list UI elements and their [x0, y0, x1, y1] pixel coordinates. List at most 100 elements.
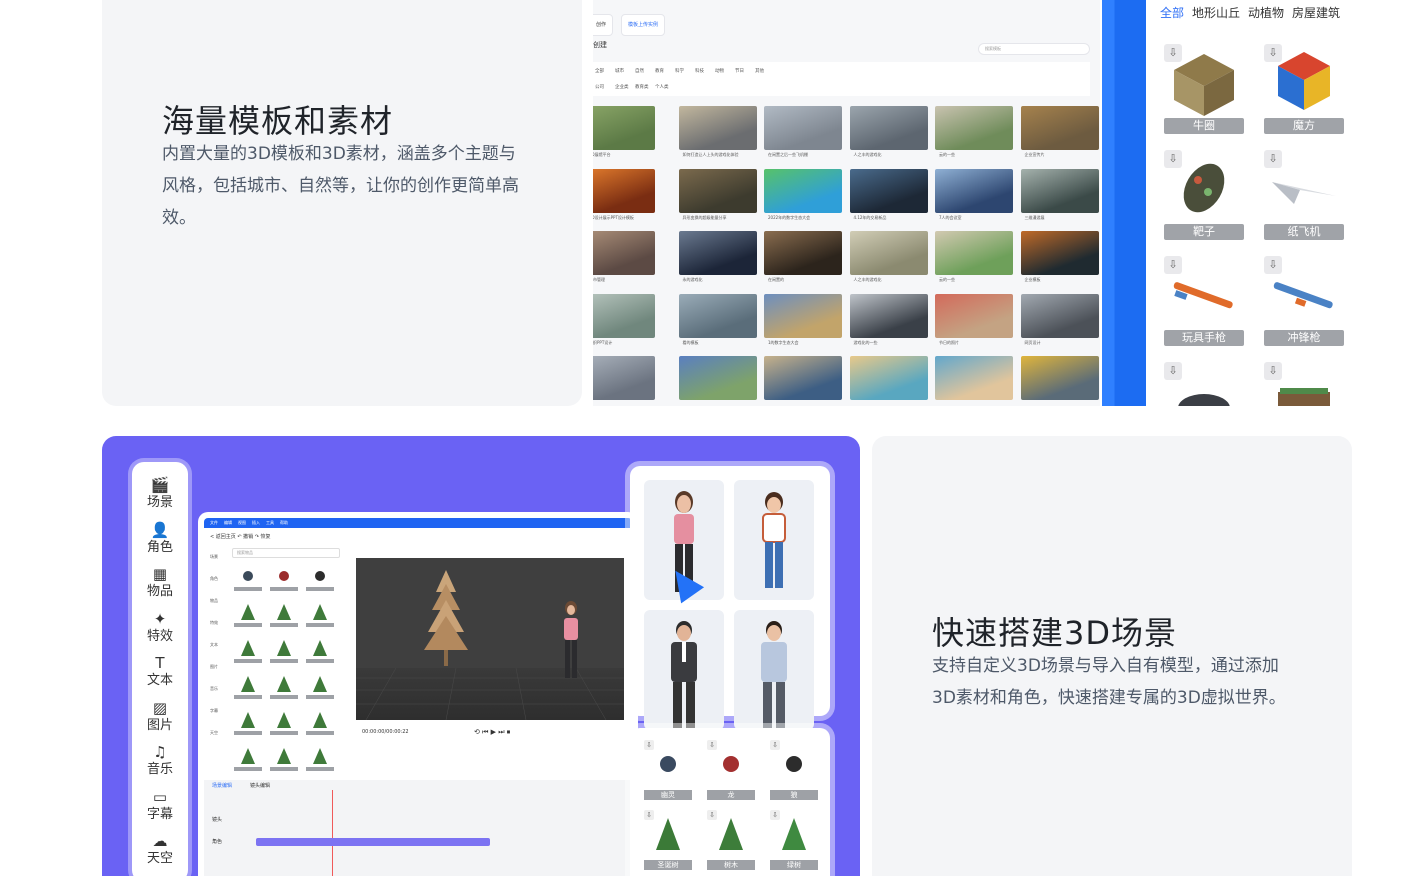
object-thumbnail[interactable]: [306, 712, 334, 735]
character-man-suit[interactable]: [644, 610, 724, 730]
character-boy[interactable]: [734, 480, 814, 600]
download-icon[interactable]: ⇩: [770, 740, 780, 750]
download-icon[interactable]: ⇩: [644, 740, 654, 750]
template-thumbnail[interactable]: [1020, 106, 1099, 150]
asset-item[interactable]: ⇩ 玩具手枪: [1164, 256, 1244, 346]
filter-chip[interactable]: 教育类: [635, 84, 649, 90]
object-thumbnail[interactable]: [234, 640, 262, 663]
template-thumbnail[interactable]: [849, 293, 928, 338]
template-search-input[interactable]: 搜索模板: [978, 43, 1090, 55]
upload-template-button[interactable]: 模板上传实例: [621, 14, 666, 36]
sidebar-item[interactable]: 👤 角色: [132, 521, 188, 556]
template-thumbnail[interactable]: [935, 168, 1013, 213]
asset-item[interactable]: ⇩: [1164, 362, 1244, 406]
asset-tab[interactable]: 动植物: [1248, 6, 1284, 20]
download-icon[interactable]: ⇩: [1164, 256, 1182, 274]
template-thumbnail[interactable]: [764, 106, 842, 150]
filter-chip[interactable]: 全部: [595, 68, 604, 74]
object-thumbnail[interactable]: [234, 748, 262, 771]
template-thumbnail[interactable]: [935, 293, 1013, 338]
sidebar-item[interactable]: ♫ 音乐: [132, 743, 188, 778]
template-thumbnail[interactable]: [593, 168, 655, 213]
menu-item[interactable]: 插入: [252, 518, 260, 528]
asset-item[interactable]: ⇩ 靶子: [1164, 150, 1244, 240]
template-thumbnail[interactable]: [1020, 293, 1099, 338]
sidebar-item[interactable]: ▭ 字幕: [132, 788, 188, 823]
object-thumbnail[interactable]: [306, 640, 334, 663]
template-thumbnail[interactable]: [593, 293, 655, 338]
prop-item[interactable]: ⇩ 龙: [707, 740, 755, 800]
filter-chip[interactable]: 自然: [635, 68, 644, 74]
prop-item[interactable]: ⇩ 狼: [770, 740, 818, 800]
asset-item[interactable]: ⇩ 牛圈: [1164, 44, 1244, 134]
editor-left-tab[interactable]: 文本: [204, 634, 224, 656]
object-thumbnail[interactable]: [306, 571, 334, 591]
playhead[interactable]: [332, 790, 333, 876]
sidebar-item[interactable]: ☁ 天空: [132, 832, 188, 867]
prop-item[interactable]: ⇩ 幽灵: [644, 740, 692, 800]
download-icon[interactable]: ⇩: [1264, 362, 1282, 380]
asset-item[interactable]: ⇩ 魔方: [1264, 44, 1344, 134]
download-icon[interactable]: ⇩: [707, 740, 717, 750]
template-thumbnail[interactable]: [678, 231, 757, 275]
object-thumbnail[interactable]: [270, 676, 298, 699]
download-icon[interactable]: ⇩: [1264, 150, 1282, 168]
object-thumbnail[interactable]: [234, 571, 262, 591]
object-thumbnail[interactable]: [306, 748, 334, 771]
template-thumbnail[interactable]: [764, 231, 842, 275]
create-button[interactable]: 创作: [593, 14, 614, 36]
asset-tab[interactable]: 全部: [1160, 6, 1184, 20]
editor-left-tab[interactable]: 物品: [204, 590, 224, 612]
editor-left-tab[interactable]: 天空: [204, 722, 224, 744]
filter-chip[interactable]: 公司: [595, 84, 604, 90]
menu-item[interactable]: 编辑: [224, 518, 232, 528]
object-thumbnail[interactable]: [234, 604, 262, 627]
sidebar-item[interactable]: T 文本: [132, 654, 188, 689]
editor-left-tab[interactable]: 图片: [204, 656, 224, 678]
editor-left-tab[interactable]: 音乐: [204, 678, 224, 700]
template-thumbnail[interactable]: [678, 356, 757, 400]
template-thumbnail[interactable]: [935, 106, 1013, 150]
menu-item[interactable]: 文件: [210, 518, 218, 528]
filter-chip[interactable]: 个人类: [655, 84, 669, 90]
object-thumbnail[interactable]: [306, 676, 334, 699]
object-thumbnail[interactable]: [270, 571, 298, 591]
character-clip[interactable]: [256, 838, 490, 846]
template-thumbnail[interactable]: [764, 293, 842, 338]
template-thumbnail[interactable]: [1020, 356, 1099, 400]
scene-viewport[interactable]: [356, 558, 624, 721]
template-thumbnail[interactable]: [849, 356, 928, 400]
download-icon[interactable]: ⇩: [1264, 256, 1282, 274]
sidebar-item[interactable]: ▦ 物品: [132, 565, 188, 600]
play-icon[interactable]: ⟲ ⏮ ▶ ⏭ ⏹: [474, 720, 510, 744]
template-thumbnail[interactable]: [593, 356, 655, 400]
sidebar-item[interactable]: ▨ 图片: [132, 699, 188, 734]
editor-left-tab[interactable]: 字幕: [204, 700, 224, 722]
download-icon[interactable]: ⇩: [1164, 362, 1182, 380]
filter-chip[interactable]: 其他: [755, 68, 764, 74]
template-thumbnail[interactable]: [849, 231, 928, 275]
character-man-casual[interactable]: [734, 610, 814, 730]
menu-item[interactable]: 帮助: [280, 518, 288, 528]
download-icon[interactable]: ⇩: [644, 810, 654, 820]
template-thumbnail[interactable]: [764, 168, 842, 213]
template-thumbnail[interactable]: [678, 168, 757, 213]
template-thumbnail[interactable]: [678, 293, 757, 338]
object-thumbnail[interactable]: [270, 712, 298, 735]
template-thumbnail[interactable]: [849, 106, 928, 150]
filter-chip[interactable]: 城市: [615, 68, 624, 74]
prop-item[interactable]: ⇩ 绿树: [770, 810, 818, 870]
download-icon[interactable]: ⇩: [707, 810, 717, 820]
object-thumbnail[interactable]: [270, 748, 298, 771]
object-thumbnail[interactable]: [270, 640, 298, 663]
asset-item[interactable]: ⇩ 纸飞机: [1264, 150, 1344, 240]
editor-left-tab[interactable]: 角色: [204, 568, 224, 590]
filter-chip[interactable]: 科学: [675, 68, 684, 74]
template-thumbnail[interactable]: [678, 106, 757, 150]
download-icon[interactable]: ⇩: [770, 810, 780, 820]
download-icon[interactable]: ⇩: [1164, 44, 1182, 62]
asset-tab[interactable]: 房屋建筑: [1292, 6, 1340, 20]
filter-chip[interactable]: 企业类: [615, 84, 629, 90]
object-search-input[interactable]: 搜索物品: [232, 548, 340, 558]
template-thumbnail[interactable]: [849, 168, 928, 213]
